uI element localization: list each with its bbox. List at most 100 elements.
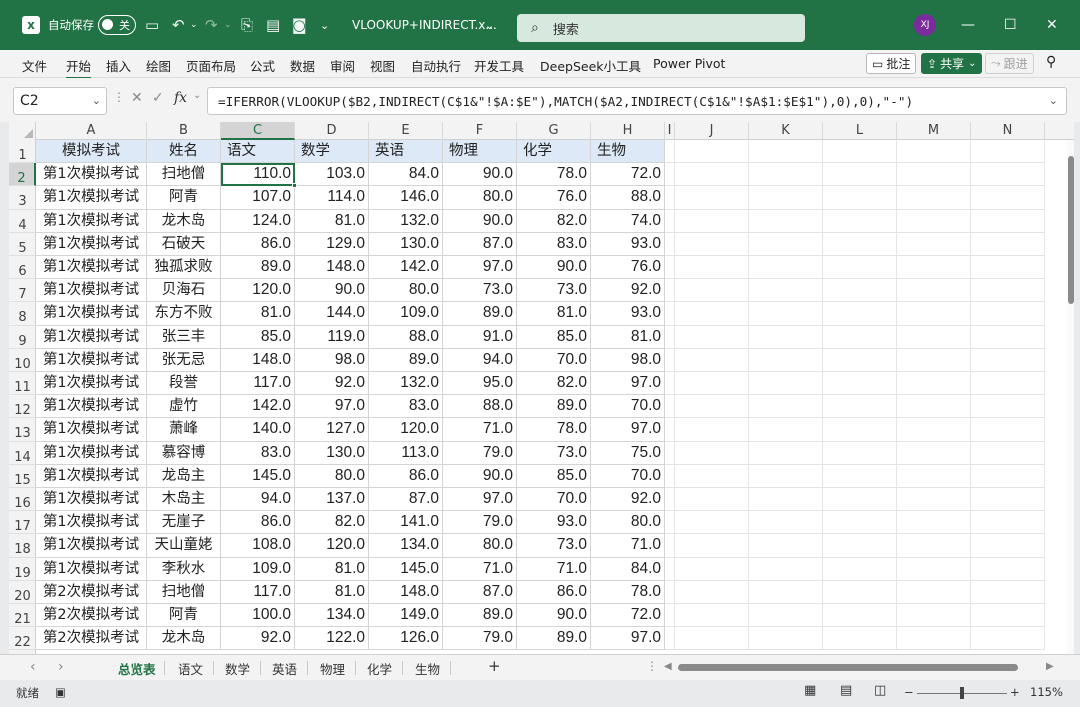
score-cell[interactable]: 72.0 bbox=[591, 163, 665, 187]
score-cell[interactable]: 84.0 bbox=[369, 163, 443, 187]
file-menu-chevron-icon[interactable]: ⌄ bbox=[485, 0, 494, 50]
empty-cell[interactable] bbox=[971, 302, 1045, 326]
score-cell[interactable]: 87.0 bbox=[369, 488, 443, 512]
empty-cell[interactable] bbox=[675, 488, 749, 512]
empty-cell[interactable] bbox=[749, 232, 823, 256]
horizontal-scrollbar[interactable] bbox=[668, 663, 1057, 672]
next-sheet-icon[interactable]: › bbox=[58, 659, 64, 675]
empty-cell[interactable] bbox=[665, 604, 675, 628]
expand-formula-icon[interactable]: ⌄ bbox=[1049, 94, 1058, 107]
empty-cell[interactable] bbox=[675, 580, 749, 604]
score-cell[interactable]: 92.0 bbox=[295, 372, 369, 396]
name-cell[interactable]: 虚竹 bbox=[147, 395, 221, 419]
score-cell[interactable]: 71.0 bbox=[517, 557, 591, 581]
empty-cell[interactable] bbox=[749, 163, 823, 187]
column-header-f[interactable]: F bbox=[443, 122, 517, 140]
score-cell[interactable]: 80.0 bbox=[369, 279, 443, 303]
empty-cell[interactable] bbox=[665, 348, 675, 372]
score-cell[interactable]: 119.0 bbox=[295, 325, 369, 349]
score-cell[interactable]: 130.0 bbox=[369, 232, 443, 256]
empty-cell[interactable] bbox=[971, 372, 1045, 396]
empty-cell[interactable] bbox=[823, 627, 897, 651]
empty-cell[interactable] bbox=[823, 232, 897, 256]
sheet-tab-biology[interactable]: 生物 bbox=[413, 659, 442, 678]
row-header[interactable]: 9 bbox=[9, 326, 36, 349]
empty-cell[interactable] bbox=[823, 418, 897, 442]
score-cell[interactable]: 94.0 bbox=[443, 348, 517, 372]
empty-cell[interactable] bbox=[675, 627, 749, 651]
empty-cell[interactable] bbox=[897, 488, 971, 512]
score-cell[interactable]: 124.0 bbox=[221, 209, 295, 233]
score-cell[interactable]: 148.0 bbox=[221, 348, 295, 372]
score-cell[interactable]: 83.0 bbox=[517, 232, 591, 256]
empty-cell[interactable] bbox=[897, 348, 971, 372]
empty-cell[interactable] bbox=[971, 488, 1045, 512]
score-cell[interactable]: 81.0 bbox=[295, 580, 369, 604]
sheet-tab-chinese[interactable]: 语文 bbox=[176, 659, 205, 678]
score-cell[interactable]: 71.0 bbox=[591, 534, 665, 558]
empty-cell[interactable] bbox=[897, 627, 971, 651]
empty-cell[interactable] bbox=[665, 464, 675, 488]
score-cell[interactable]: 93.0 bbox=[591, 232, 665, 256]
score-cell[interactable]: 109.0 bbox=[221, 557, 295, 581]
name-cell[interactable]: 扫地僧 bbox=[147, 580, 221, 604]
score-cell[interactable]: 130.0 bbox=[295, 441, 369, 465]
empty-cell[interactable] bbox=[897, 557, 971, 581]
empty-cell[interactable] bbox=[749, 511, 823, 535]
zoom-in-button[interactable]: + bbox=[1010, 685, 1020, 699]
column-title[interactable]: 语文 bbox=[221, 140, 295, 164]
empty-cell[interactable] bbox=[749, 604, 823, 628]
score-cell[interactable]: 97.0 bbox=[443, 256, 517, 280]
document-icon[interactable]: ⎘ bbox=[241, 0, 253, 50]
row-header[interactable]: 13 bbox=[9, 418, 36, 442]
empty-cell[interactable] bbox=[897, 232, 971, 256]
row-header[interactable]: 3 bbox=[9, 186, 36, 210]
tab-automate[interactable]: 自动执行 bbox=[411, 56, 461, 75]
row-header[interactable]: 15 bbox=[9, 465, 36, 488]
name-cell[interactable]: 扫地僧 bbox=[147, 163, 221, 187]
score-cell[interactable]: 120.0 bbox=[221, 279, 295, 303]
score-cell[interactable]: 85.0 bbox=[221, 325, 295, 349]
score-cell[interactable]: 93.0 bbox=[517, 511, 591, 535]
score-cell[interactable]: 97.0 bbox=[443, 488, 517, 512]
empty-cell[interactable] bbox=[897, 418, 971, 442]
empty-cell[interactable] bbox=[897, 604, 971, 628]
empty-cell[interactable] bbox=[971, 557, 1045, 581]
normal-view-icon[interactable]: ▦ bbox=[804, 683, 816, 698]
score-cell[interactable]: 126.0 bbox=[369, 627, 443, 651]
score-cell[interactable]: 83.0 bbox=[221, 441, 295, 465]
score-cell[interactable]: 100.0 bbox=[221, 604, 295, 628]
empty-cell[interactable] bbox=[897, 395, 971, 419]
score-cell[interactable]: 76.0 bbox=[517, 186, 591, 210]
score-cell[interactable]: 78.0 bbox=[591, 580, 665, 604]
empty-cell[interactable] bbox=[665, 302, 675, 326]
score-cell[interactable]: 93.0 bbox=[591, 302, 665, 326]
score-cell[interactable]: 97.0 bbox=[591, 627, 665, 651]
comments-button[interactable]: ▭ 批注 bbox=[866, 53, 917, 74]
empty-cell[interactable] bbox=[823, 511, 897, 535]
empty-cell[interactable] bbox=[971, 534, 1045, 558]
empty-cell[interactable] bbox=[675, 232, 749, 256]
score-cell[interactable]: 70.0 bbox=[517, 488, 591, 512]
exam-cell[interactable]: 第1次模拟考试 bbox=[36, 232, 147, 256]
empty-cell[interactable] bbox=[971, 627, 1045, 651]
score-cell[interactable]: 81.0 bbox=[591, 325, 665, 349]
score-cell[interactable]: 89.0 bbox=[369, 348, 443, 372]
exam-cell[interactable]: 第1次模拟考试 bbox=[36, 209, 147, 233]
score-cell[interactable]: 141.0 bbox=[369, 511, 443, 535]
empty-cell[interactable] bbox=[971, 418, 1045, 442]
empty-cell[interactable] bbox=[665, 395, 675, 419]
score-cell[interactable]: 94.0 bbox=[221, 488, 295, 512]
exam-cell[interactable]: 第2次模拟考试 bbox=[36, 627, 147, 651]
redo-dropdown-icon[interactable]: ⌄ bbox=[224, 0, 232, 50]
empty-cell[interactable] bbox=[823, 348, 897, 372]
empty-cell[interactable] bbox=[971, 232, 1045, 256]
sheet-options-icon[interactable]: ⋮ bbox=[646, 659, 658, 673]
user-avatar[interactable]: XJ bbox=[914, 0, 936, 50]
score-cell[interactable]: 98.0 bbox=[295, 348, 369, 372]
empty-cell[interactable] bbox=[675, 256, 749, 280]
score-cell[interactable]: 80.0 bbox=[443, 186, 517, 210]
score-cell[interactable]: 72.0 bbox=[591, 604, 665, 628]
empty-cell[interactable] bbox=[971, 209, 1045, 233]
empty-cell[interactable] bbox=[665, 511, 675, 535]
